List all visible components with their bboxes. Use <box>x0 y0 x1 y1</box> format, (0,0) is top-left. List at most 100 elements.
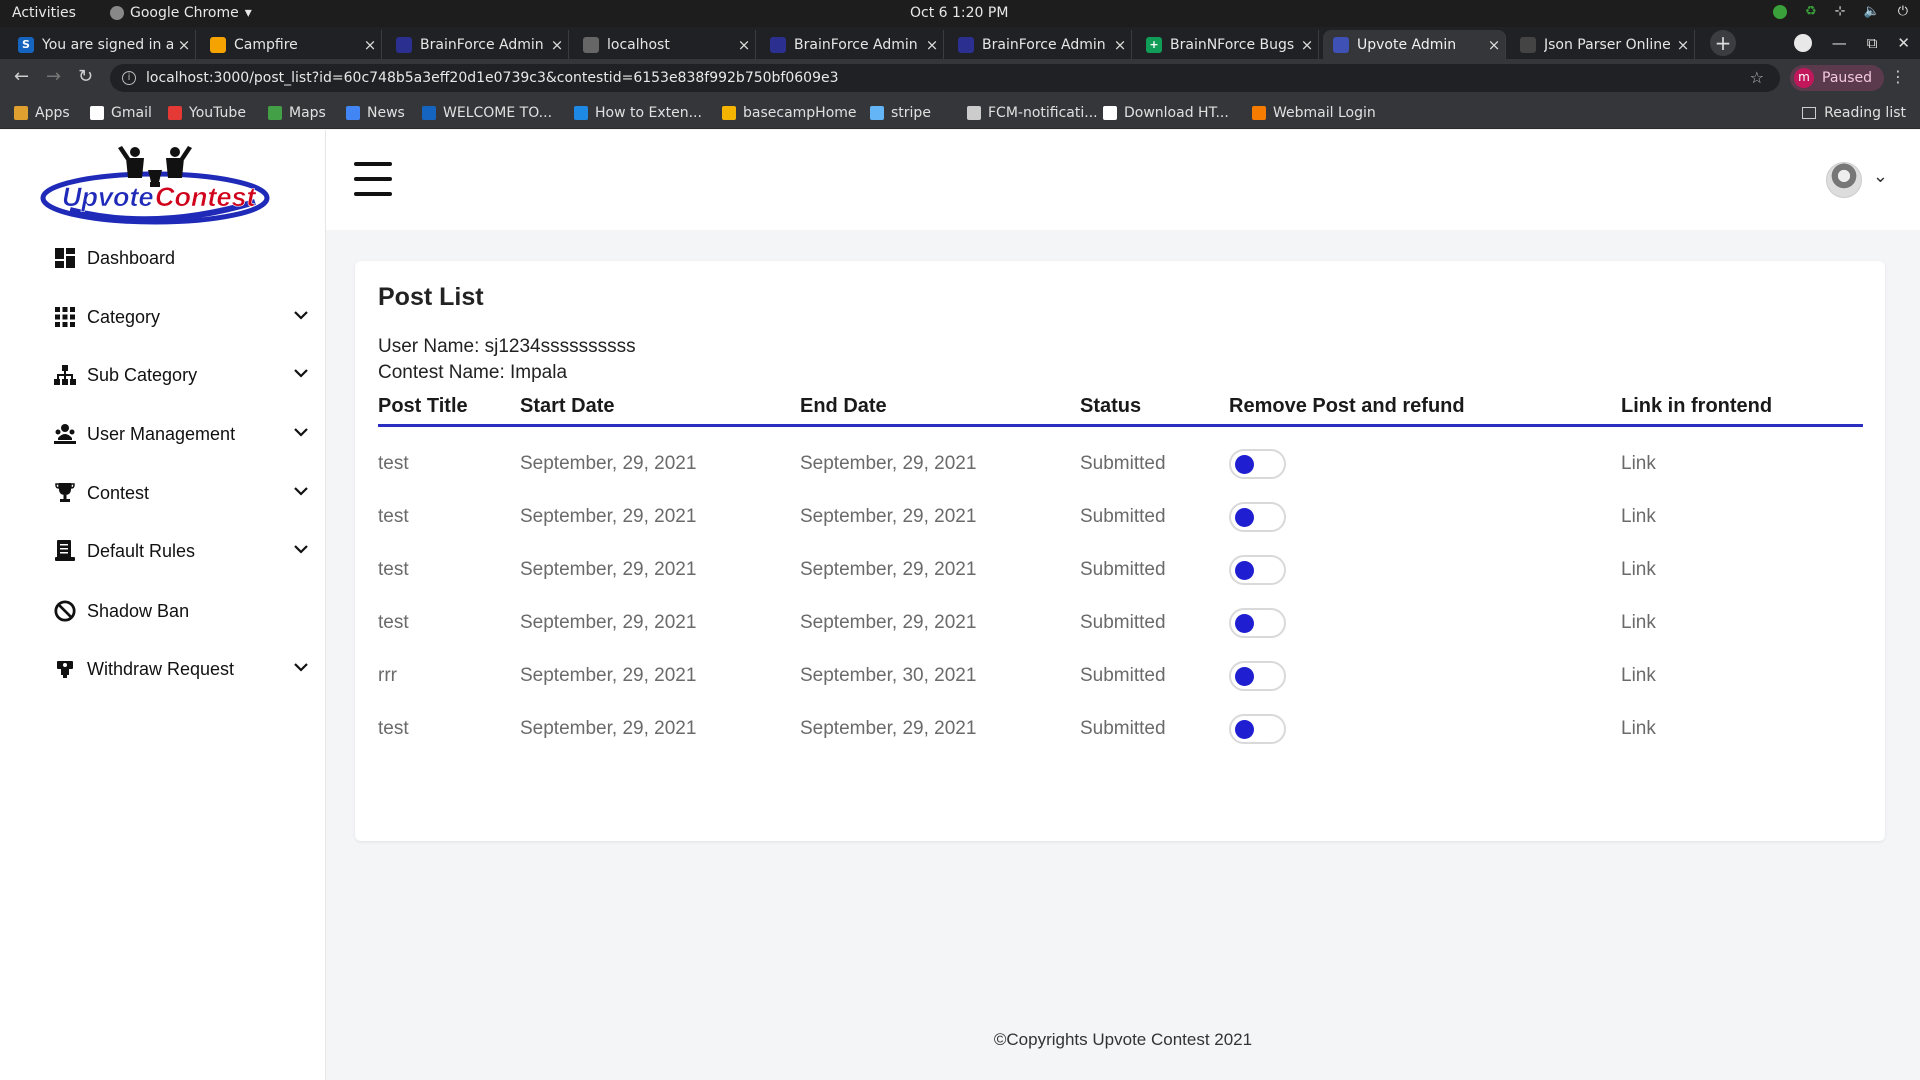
tab-close-icon[interactable]: × <box>1483 36 1505 54</box>
reload-icon[interactable]: ↻ <box>78 66 93 87</box>
tab-strip: S You are signed in a × Campfire × BrainForce… <box>0 27 1920 59</box>
bookmark-label: WELCOME TO... <box>443 105 553 121</box>
bookmark-item[interactable]: Download HT... <box>1103 105 1229 121</box>
chevron-down-icon[interactable] <box>293 483 309 499</box>
frontend-link[interactable]: Link <box>1621 559 1656 581</box>
bookmark-item[interactable]: stripe <box>870 105 931 121</box>
remove-post-toggle[interactable] <box>1229 661 1286 691</box>
minimize-icon[interactable]: — <box>1832 34 1847 52</box>
address-bar[interactable]: i localhost:3000/post_list?id=60c748b5a3… <box>110 64 1780 92</box>
upvote-contest-logo[interactable]: Upvote Contest <box>40 144 270 230</box>
bookmark-item[interactable]: Gmail <box>90 105 152 121</box>
reading-list-icon <box>1802 107 1817 119</box>
tab-close-icon[interactable]: × <box>173 36 195 54</box>
sidebar-item-label: Shadow Ban <box>87 600 190 621</box>
tab-search-icon[interactable] <box>1793 34 1812 52</box>
site-info-icon[interactable]: i <box>122 71 136 85</box>
frontend-link[interactable]: Link <box>1621 453 1656 475</box>
app-menu[interactable]: Google Chrome ▾ <box>110 5 252 21</box>
tab-close-icon[interactable]: × <box>733 36 755 54</box>
browser-tab[interactable]: Upvote Admin × <box>1323 30 1506 59</box>
power-icon[interactable]: ⏻ <box>1898 4 1908 19</box>
table-row: test September, 29, 2021 September, 29, 20… <box>378 439 1863 492</box>
bookmark-item[interactable]: WELCOME TO... <box>422 105 552 121</box>
sidebar-item-sub-category[interactable]: Sub Category <box>54 355 309 395</box>
sidebar-item-shadow-ban[interactable]: Shadow Ban <box>54 591 309 631</box>
tab-close-icon[interactable]: × <box>359 36 381 54</box>
sidebar-item-withdraw-request[interactable]: Withdraw Request <box>54 649 309 689</box>
network-icon[interactable]: ⊹ <box>1835 4 1846 19</box>
chevron-down-icon[interactable] <box>293 365 309 381</box>
clock[interactable]: Oct 6 1:20 PM <box>910 5 1008 21</box>
tab-close-icon[interactable]: × <box>546 36 568 54</box>
browser-tab[interactable]: Campfire × <box>200 30 382 59</box>
remove-post-toggle[interactable] <box>1229 555 1286 585</box>
extension-icon[interactable] <box>1772 4 1787 19</box>
user-avatar[interactable] <box>1826 162 1862 198</box>
bookmark-item[interactable]: Maps <box>268 105 326 121</box>
bookmark-item[interactable]: basecampHome <box>722 105 857 121</box>
sidebar-item-contest[interactable]: Contest <box>54 473 309 513</box>
chrome-menu-icon[interactable]: ⋮ <box>1890 67 1906 86</box>
recycle-icon[interactable]: ♻ <box>1805 4 1817 19</box>
chevron-down-icon[interactable] <box>293 659 309 675</box>
frontend-link[interactable]: Link <box>1621 506 1656 528</box>
bookmark-star-icon[interactable]: ☆ <box>1750 68 1764 87</box>
browser-tab[interactable]: Json Parser Online × <box>1510 30 1695 59</box>
sidebar-item-category[interactable]: Category <box>54 297 309 337</box>
browser-tab[interactable]: BrainForce Admin × <box>948 30 1132 59</box>
remove-post-toggle[interactable] <box>1229 502 1286 532</box>
back-arrow-icon[interactable]: ← <box>14 66 29 87</box>
post-title-cell: rrr <box>378 665 397 686</box>
browser-tab[interactable]: BrainForce Admin × <box>386 30 569 59</box>
remove-post-toggle[interactable] <box>1229 714 1286 744</box>
chevron-down-icon[interactable] <box>293 424 309 440</box>
sidebar-item-label: Category <box>87 306 161 327</box>
chrome-icon <box>110 6 124 20</box>
chevron-down-icon[interactable] <box>293 307 309 323</box>
bookmark-label: basecampHome <box>743 105 857 121</box>
hamburger-menu-icon[interactable] <box>354 162 392 196</box>
tab-close-icon[interactable]: × <box>1672 36 1694 54</box>
tab-close-icon[interactable]: × <box>1296 36 1318 54</box>
system-tray[interactable]: ♻ ⊹ 🔈 ⏻ <box>1772 4 1908 19</box>
bookmark-label: Apps <box>35 105 70 121</box>
sidebar-item-user-management[interactable]: User Management <box>54 414 309 454</box>
tab-close-icon[interactable]: × <box>1109 36 1131 54</box>
browser-tab[interactable]: + BrainNForce Bugs × <box>1136 30 1319 59</box>
sidebar-item-dashboard[interactable]: Dashboard <box>54 238 309 278</box>
forward-arrow-icon[interactable]: → <box>46 66 61 87</box>
chevron-down-icon[interactable]: ⌄ <box>1873 166 1888 187</box>
bookmark-item[interactable]: How to Exten... <box>574 105 702 121</box>
chevron-down-icon[interactable] <box>293 541 309 557</box>
browser-tab[interactable]: BrainForce Admin × <box>760 30 944 59</box>
new-tab-button[interactable]: + <box>1710 30 1736 56</box>
close-window-icon[interactable]: ✕ <box>1897 34 1910 52</box>
start-date-cell: September, 29, 2021 <box>520 665 697 686</box>
remove-post-toggle[interactable] <box>1229 449 1286 479</box>
url-text[interactable]: localhost:3000/post_list?id=60c748b5a3ef… <box>146 70 839 86</box>
status-cell: Submitted <box>1080 665 1166 686</box>
bookmark-item[interactable]: Apps <box>14 105 70 121</box>
restore-icon[interactable]: ⧉ <box>1867 34 1878 52</box>
sidebar-item-default-rules[interactable]: Default Rules <box>54 531 309 571</box>
browser-tab[interactable]: S You are signed in a × <box>8 30 196 59</box>
bookmark-item[interactable]: FCM-notificati... <box>967 105 1098 121</box>
frontend-link[interactable]: Link <box>1621 665 1656 687</box>
bookmark-item[interactable]: YouTube <box>168 105 246 121</box>
frontend-link[interactable]: Link <box>1621 718 1656 740</box>
bookmark-item[interactable]: News <box>346 105 405 121</box>
remove-post-toggle[interactable] <box>1229 608 1286 638</box>
activities-button[interactable]: Activities <box>12 5 76 21</box>
tab-favicon-icon: S <box>18 36 34 53</box>
sidebar-item-label: Dashboard <box>87 247 176 268</box>
reading-list-button[interactable]: Reading list <box>1802 105 1906 121</box>
volume-icon[interactable]: 🔈 <box>1864 4 1880 19</box>
profile-button[interactable]: m Paused <box>1790 65 1885 91</box>
tab-favicon-icon <box>396 36 412 53</box>
frontend-link[interactable]: Link <box>1621 612 1656 634</box>
tab-close-icon[interactable]: × <box>921 36 943 54</box>
column-header-remove-post: Remove Post and refund <box>1229 395 1465 417</box>
bookmark-item[interactable]: Webmail Login <box>1252 105 1376 121</box>
browser-tab[interactable]: localhost × <box>573 30 756 59</box>
